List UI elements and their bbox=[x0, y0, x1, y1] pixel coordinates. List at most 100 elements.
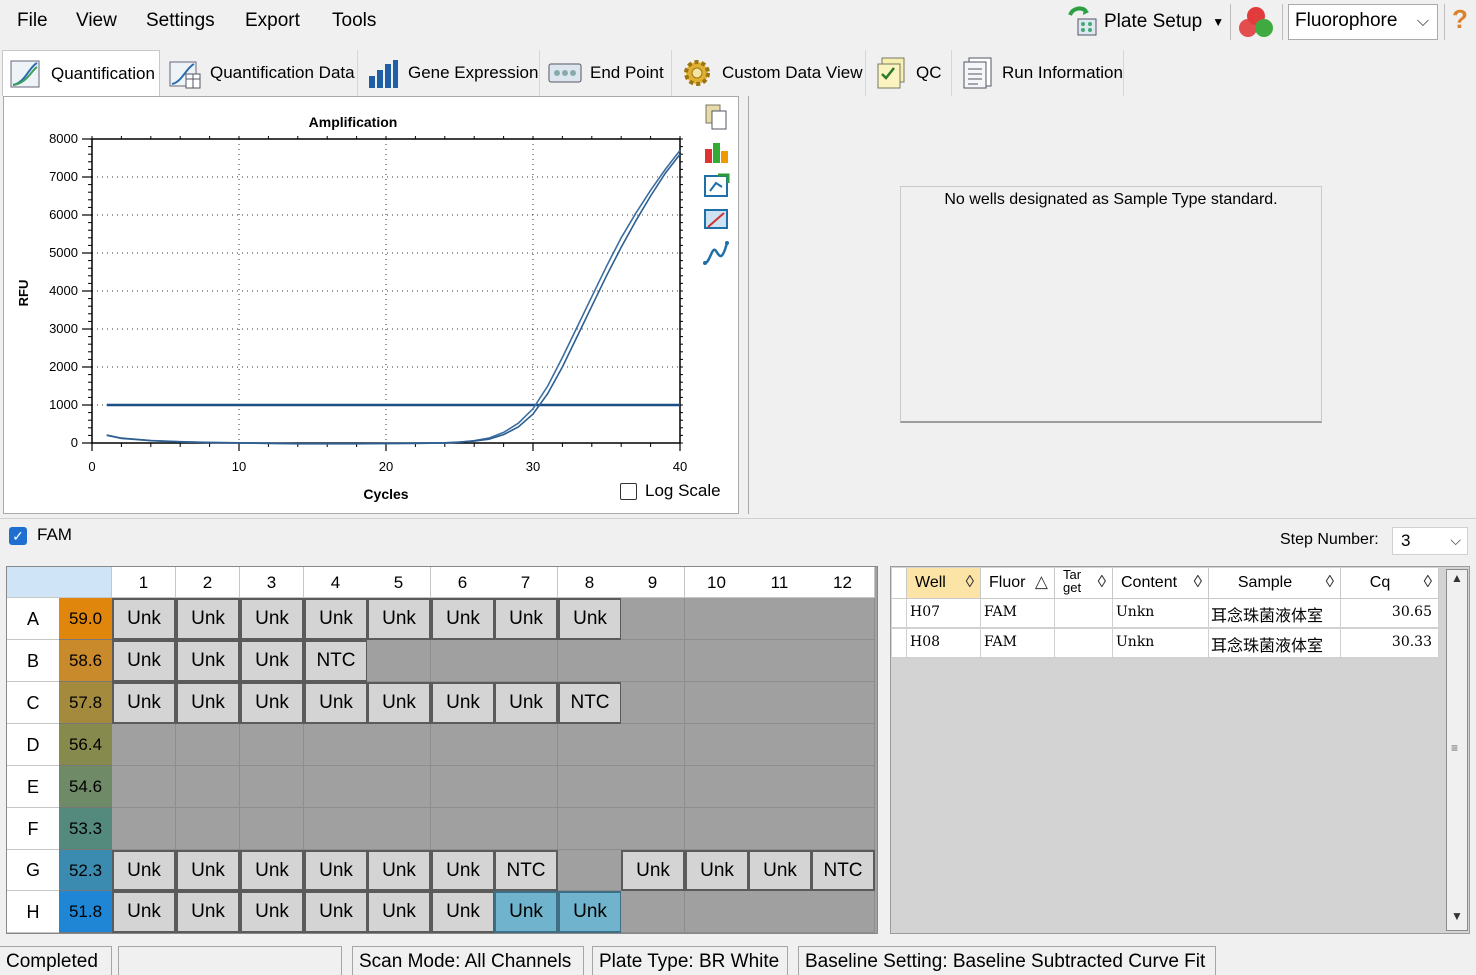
plate-well[interactable]: Unk bbox=[176, 682, 240, 724]
plate-well[interactable]: NTC bbox=[494, 850, 558, 891]
plate-well[interactable] bbox=[685, 891, 749, 933]
table-cell[interactable]: 耳念珠菌液体室 bbox=[1209, 629, 1341, 658]
table-cell[interactable]: Unkn bbox=[1113, 629, 1209, 658]
column-header[interactable]: Well ◊ bbox=[907, 568, 981, 599]
table-cell[interactable]: 耳念珠菌液体室 bbox=[1209, 599, 1341, 628]
plate-well[interactable] bbox=[431, 724, 495, 766]
menu-tools[interactable]: Tools bbox=[332, 10, 376, 32]
export-chart-icon[interactable] bbox=[702, 171, 730, 199]
plate-well[interactable] bbox=[367, 808, 431, 850]
fluorophore-select[interactable]: Fluorophore ⌵ bbox=[1288, 4, 1438, 40]
plate-well[interactable] bbox=[431, 808, 495, 850]
plate-well[interactable]: Unk bbox=[558, 891, 622, 933]
plate-well[interactable]: Unk bbox=[621, 850, 685, 891]
plate-well[interactable]: Unk bbox=[431, 850, 495, 891]
amplification-chart[interactable]: Amplification 0 1000 2000 3000 4000 5000 6000 70… bbox=[4, 97, 694, 507]
plate-column-header[interactable]: 9 bbox=[621, 567, 685, 598]
plate-well[interactable]: Unk bbox=[494, 682, 558, 724]
plate-well[interactable] bbox=[431, 766, 495, 808]
plate-well[interactable]: Unk bbox=[494, 598, 558, 640]
plate-row-header[interactable]: H bbox=[7, 891, 59, 933]
plate-well[interactable] bbox=[748, 640, 812, 682]
menu-file[interactable]: File bbox=[17, 10, 48, 32]
plate-row-header[interactable]: D bbox=[7, 724, 59, 766]
plate-well[interactable] bbox=[621, 682, 685, 724]
column-header[interactable]: Fluor △ bbox=[981, 568, 1055, 599]
plate-row-header[interactable]: B bbox=[7, 640, 59, 682]
plate-well[interactable]: Unk bbox=[112, 891, 176, 933]
plate-row-header[interactable]: C bbox=[7, 682, 59, 724]
plate-well[interactable] bbox=[685, 766, 749, 808]
curve-fit-icon[interactable] bbox=[702, 239, 730, 267]
table-cell[interactable]: 30.65 bbox=[1341, 599, 1439, 628]
plate-well[interactable]: Unk bbox=[367, 891, 431, 933]
column-header[interactable]: Tar get ◊ bbox=[1055, 568, 1113, 599]
table-cell[interactable]: FAM bbox=[981, 599, 1055, 628]
plate-well[interactable]: Unk bbox=[112, 850, 176, 891]
plate-well[interactable] bbox=[367, 724, 431, 766]
plate-well[interactable]: Unk bbox=[240, 640, 304, 682]
plate-well[interactable] bbox=[367, 640, 431, 682]
plate-well[interactable] bbox=[748, 891, 812, 933]
sort-icon[interactable]: ◊ bbox=[1194, 572, 1202, 592]
table-cell[interactable]: 30.33 bbox=[1341, 629, 1439, 658]
plate-column-header[interactable]: 6 bbox=[431, 567, 495, 598]
plate-well[interactable]: Unk bbox=[558, 598, 622, 640]
plate-well[interactable] bbox=[240, 766, 304, 808]
tab-quantification-data[interactable]: Quantification Data bbox=[162, 50, 358, 96]
tab-qc[interactable]: QC bbox=[868, 50, 952, 96]
amplification-curve-1[interactable] bbox=[106, 149, 681, 445]
plate-well[interactable] bbox=[811, 808, 875, 850]
sort-icon[interactable]: ◊ bbox=[1424, 572, 1432, 592]
zoom-chart-icon[interactable] bbox=[702, 205, 730, 233]
plate-well[interactable]: Unk bbox=[112, 598, 176, 640]
column-header[interactable]: Content ◊ bbox=[1113, 568, 1209, 599]
plate-well[interactable] bbox=[811, 682, 875, 724]
plate-well[interactable] bbox=[685, 808, 749, 850]
menu-export[interactable]: Export bbox=[245, 10, 300, 32]
plate-well[interactable]: Unk bbox=[240, 598, 304, 640]
plate-well[interactable] bbox=[621, 598, 685, 640]
plate-well[interactable]: Unk bbox=[176, 891, 240, 933]
plate-well[interactable]: Unk bbox=[112, 682, 176, 724]
plate-well[interactable] bbox=[811, 598, 875, 640]
plate-column-header[interactable]: 5 bbox=[367, 567, 431, 598]
table-cell[interactable] bbox=[1055, 599, 1113, 628]
plate-well[interactable] bbox=[685, 682, 749, 724]
plate-column-header[interactable]: 11 bbox=[748, 567, 812, 598]
plate-well[interactable] bbox=[621, 640, 685, 682]
plate-well[interactable] bbox=[748, 724, 812, 766]
tab-custom-data-view[interactable]: Custom Data View bbox=[674, 50, 866, 96]
plate-well[interactable] bbox=[304, 808, 368, 850]
plate-well[interactable] bbox=[176, 766, 240, 808]
plate-column-header[interactable]: 2 bbox=[176, 567, 240, 598]
plate-well[interactable]: Unk bbox=[304, 682, 368, 724]
plate-well[interactable] bbox=[748, 598, 812, 640]
plate-well[interactable] bbox=[494, 808, 558, 850]
plate-well[interactable] bbox=[558, 808, 622, 850]
plate-well[interactable]: Unk bbox=[431, 891, 495, 933]
plate-well[interactable] bbox=[685, 640, 749, 682]
plate-well[interactable]: Unk bbox=[494, 891, 558, 933]
plate-row-header[interactable]: A bbox=[7, 598, 59, 640]
plate-column-header[interactable]: 7 bbox=[494, 567, 558, 598]
plate-well[interactable]: Unk bbox=[240, 682, 304, 724]
tab-end-point[interactable]: End Point bbox=[542, 50, 672, 96]
plate-well[interactable] bbox=[304, 766, 368, 808]
table-cell[interactable]: H08 bbox=[907, 629, 981, 658]
plate-well[interactable] bbox=[112, 766, 176, 808]
plate-row-header[interactable]: G bbox=[7, 850, 59, 891]
plate-well[interactable] bbox=[112, 808, 176, 850]
table-cell[interactable]: FAM bbox=[981, 629, 1055, 658]
plate-setup-button[interactable]: Plate Setup ▼ bbox=[1064, 2, 1224, 42]
menu-view[interactable]: View bbox=[76, 10, 117, 32]
row-selector[interactable] bbox=[892, 629, 907, 658]
plate-well[interactable] bbox=[558, 850, 622, 891]
plate-column-header[interactable]: 3 bbox=[240, 567, 304, 598]
plate-well[interactable]: Unk bbox=[240, 891, 304, 933]
table-cell[interactable] bbox=[1055, 629, 1113, 658]
plate-well[interactable] bbox=[748, 808, 812, 850]
plate-well[interactable] bbox=[558, 640, 622, 682]
fam-checkbox[interactable]: ✓ bbox=[9, 527, 27, 545]
chart-colors-icon[interactable] bbox=[702, 137, 730, 165]
